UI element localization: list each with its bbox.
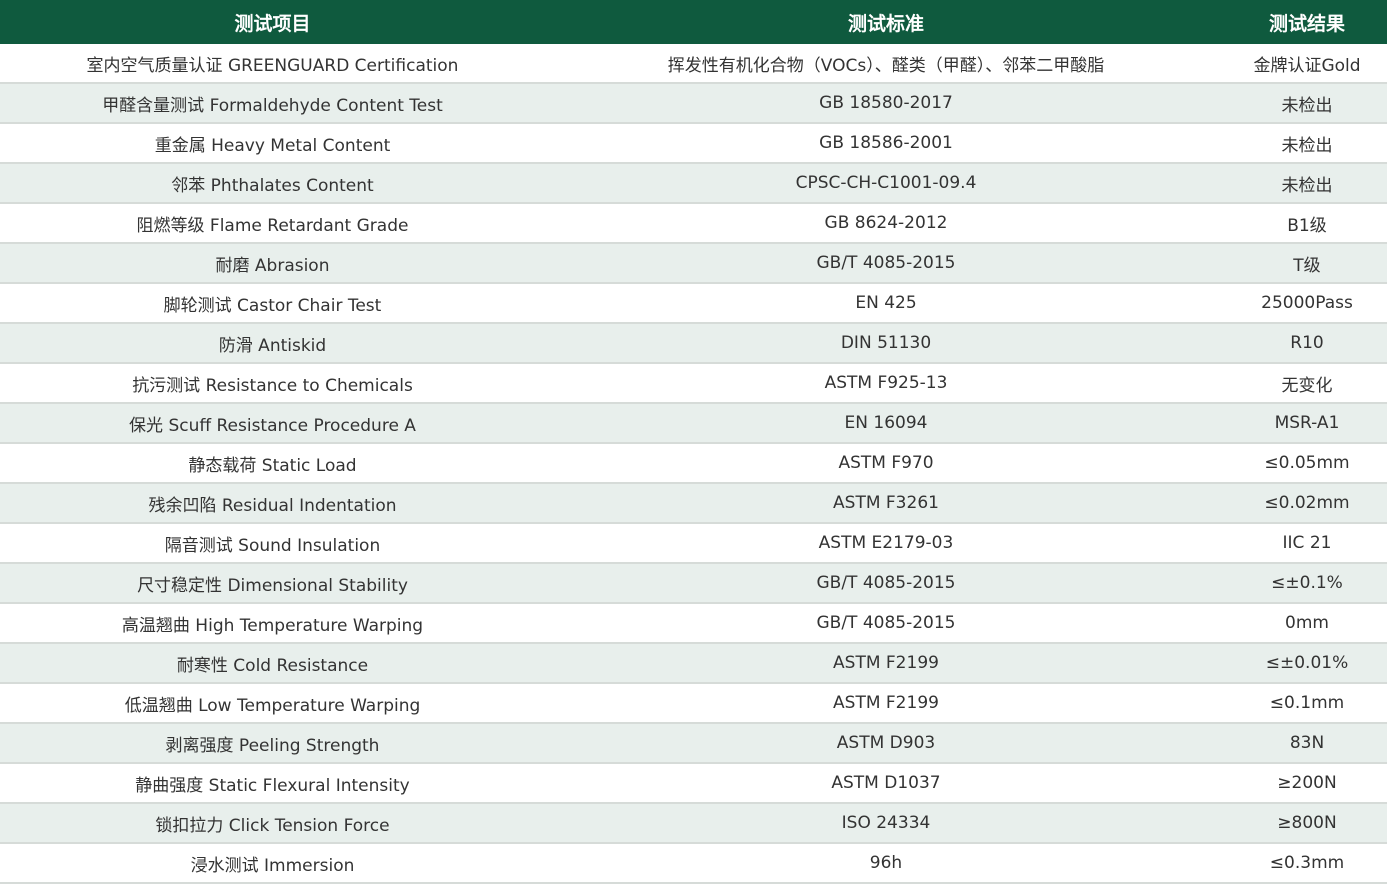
- table-row: 隔音测试 Sound Insulation ASTM E2179-03 IIC 21: [0, 523, 1387, 564]
- table-row: 脚轮测试 Castor Chair Test EN 425 25000Pass: [0, 283, 1387, 324]
- cell-test-item: 甲醛含量测试 Formaldehyde Content Test: [0, 83, 545, 124]
- cell-test-result: ≤±0.1%: [1227, 563, 1387, 604]
- cell-test-item: 防滑 Antiskid: [0, 323, 545, 364]
- cell-test-item: 室内空气质量认证 GREENGUARD Certification: [0, 44, 545, 84]
- cell-test-result: 无变化: [1227, 363, 1387, 404]
- table-row: 锁扣拉力 Click Tension Force ISO 24334 ≥800N: [0, 803, 1387, 844]
- table-row: 防滑 Antiskid DIN 51130 R10: [0, 323, 1387, 364]
- cell-test-standard: GB/T 4085-2015: [545, 603, 1227, 644]
- cell-test-item: 剥离强度 Peeling Strength: [0, 723, 545, 764]
- table-row: 剥离强度 Peeling Strength ASTM D903 83N: [0, 723, 1387, 764]
- cell-test-standard: ASTM F3261: [545, 483, 1227, 524]
- cell-test-item: 耐磨 Abrasion: [0, 243, 545, 284]
- cell-test-item: 抗污测试 Resistance to Chemicals: [0, 363, 545, 404]
- cell-test-standard: GB 18580-2017: [545, 83, 1227, 124]
- cell-test-item: 静态载荷 Static Load: [0, 443, 545, 484]
- cell-test-standard: GB 8624-2012: [545, 203, 1227, 244]
- cell-test-standard: ASTM E2179-03: [545, 523, 1227, 564]
- cell-test-result: 83N: [1227, 723, 1387, 764]
- table-header: 测试项目 测试标准 测试结果: [0, 0, 1387, 44]
- cell-test-result: ≤0.02mm: [1227, 483, 1387, 524]
- cell-test-standard: DIN 51130: [545, 323, 1227, 364]
- cell-test-item: 静曲强度 Static Flexural Intensity: [0, 763, 545, 804]
- cell-test-item: 低温翘曲 Low Temperature Warping: [0, 683, 545, 724]
- cell-test-item: 耐寒性 Cold Resistance: [0, 643, 545, 684]
- header-test-result: 测试结果: [1227, 0, 1387, 44]
- table-row: 高温翘曲 High Temperature Warping GB/T 4085-2…: [0, 603, 1387, 644]
- cell-test-result: B1级: [1227, 203, 1387, 244]
- cell-test-result: R10: [1227, 323, 1387, 364]
- table-row: 耐磨 Abrasion GB/T 4085-2015 T级: [0, 243, 1387, 284]
- header-test-item: 测试项目: [0, 0, 545, 44]
- cell-test-result: ≥800N: [1227, 803, 1387, 844]
- cell-test-result: 未检出: [1227, 123, 1387, 164]
- cell-test-standard: EN 425: [545, 283, 1227, 324]
- table-row: 残余凹陷 Residual Indentation ASTM F3261 ≤0.02…: [0, 483, 1387, 524]
- cell-test-standard: ASTM F925-13: [545, 363, 1227, 404]
- cell-test-item: 残余凹陷 Residual Indentation: [0, 483, 545, 524]
- header-row: 测试项目 测试标准 测试结果: [0, 0, 1387, 44]
- cell-test-standard: 挥发性有机化合物（VOCs）、醛类（甲醛）、邻苯二甲酸脂: [545, 44, 1227, 84]
- table-row: 耐寒性 Cold Resistance ASTM F2199 ≤±0.01%: [0, 643, 1387, 684]
- cell-test-item: 脚轮测试 Castor Chair Test: [0, 283, 545, 324]
- cell-test-result: ≤0.3mm: [1227, 843, 1387, 884]
- cell-test-item: 阻燃等级 Flame Retardant Grade: [0, 203, 545, 244]
- table-row: 甲醛含量测试 Formaldehyde Content Test GB 18580…: [0, 83, 1387, 124]
- cell-test-result: 未检出: [1227, 163, 1387, 204]
- cell-test-standard: ASTM D1037: [545, 763, 1227, 804]
- cell-test-result: 0mm: [1227, 603, 1387, 644]
- cell-test-standard: 96h: [545, 843, 1227, 884]
- table-row: 阻燃等级 Flame Retardant Grade GB 8624-2012 B1…: [0, 203, 1387, 244]
- cell-test-result: T级: [1227, 243, 1387, 284]
- cell-test-result: ≤0.1mm: [1227, 683, 1387, 724]
- cell-test-item: 尺寸稳定性 Dimensional Stability: [0, 563, 545, 604]
- cell-test-standard: EN 16094: [545, 403, 1227, 444]
- cell-test-item: 隔音测试 Sound Insulation: [0, 523, 545, 564]
- header-test-standard: 测试标准: [545, 0, 1227, 44]
- table-row: 室内空气质量认证 GREENGUARD Certification 挥发性有机化合…: [0, 44, 1387, 84]
- cell-test-item: 邻苯 Phthalates Content: [0, 163, 545, 204]
- cell-test-standard: GB/T 4085-2015: [545, 563, 1227, 604]
- cell-test-result: ≤±0.01%: [1227, 643, 1387, 684]
- cell-test-standard: ASTM F2199: [545, 643, 1227, 684]
- cell-test-result: 金牌认证Gold: [1227, 44, 1387, 84]
- table-row: 尺寸稳定性 Dimensional Stability GB/T 4085-201…: [0, 563, 1387, 604]
- table-row: 重金属 Heavy Metal Content GB 18586-2001 未检出: [0, 123, 1387, 164]
- cell-test-result: 未检出: [1227, 83, 1387, 124]
- table-row: 浸水测试 Immersion 96h ≤0.3mm: [0, 843, 1387, 884]
- cell-test-standard: ISO 24334: [545, 803, 1227, 844]
- table-row: 抗污测试 Resistance to Chemicals ASTM F925-13…: [0, 363, 1387, 404]
- table-row: 静态载荷 Static Load ASTM F970 ≤0.05mm: [0, 443, 1387, 484]
- cell-test-standard: GB 18586-2001: [545, 123, 1227, 164]
- cell-test-standard: ASTM F2199: [545, 683, 1227, 724]
- cell-test-item: 锁扣拉力 Click Tension Force: [0, 803, 545, 844]
- table-row: 静曲强度 Static Flexural Intensity ASTM D1037…: [0, 763, 1387, 804]
- cell-test-standard: CPSC-CH-C1001-09.4: [545, 163, 1227, 204]
- table-row: 保光 Scuff Resistance Procedure A EN 16094 M…: [0, 403, 1387, 444]
- test-results-table: 测试项目 测试标准 测试结果 室内空气质量认证 GREENGUARD Certi…: [0, 0, 1387, 884]
- cell-test-item: 浸水测试 Immersion: [0, 843, 545, 884]
- cell-test-item: 保光 Scuff Resistance Procedure A: [0, 403, 545, 444]
- cell-test-item: 重金属 Heavy Metal Content: [0, 123, 545, 164]
- cell-test-result: MSR-A1: [1227, 403, 1387, 444]
- cell-test-result: IIC 21: [1227, 523, 1387, 564]
- cell-test-result: 25000Pass: [1227, 283, 1387, 324]
- table-row: 低温翘曲 Low Temperature Warping ASTM F2199 ≤0…: [0, 683, 1387, 724]
- cell-test-item: 高温翘曲 High Temperature Warping: [0, 603, 545, 644]
- cell-test-standard: ASTM D903: [545, 723, 1227, 764]
- cell-test-result: ≥200N: [1227, 763, 1387, 804]
- table-body: 室内空气质量认证 GREENGUARD Certification 挥发性有机化合…: [0, 44, 1387, 884]
- cell-test-standard: GB/T 4085-2015: [545, 243, 1227, 284]
- cell-test-standard: ASTM F970: [545, 443, 1227, 484]
- cell-test-result: ≤0.05mm: [1227, 443, 1387, 484]
- table-row: 邻苯 Phthalates Content CPSC-CH-C1001-09.4 未…: [0, 163, 1387, 204]
